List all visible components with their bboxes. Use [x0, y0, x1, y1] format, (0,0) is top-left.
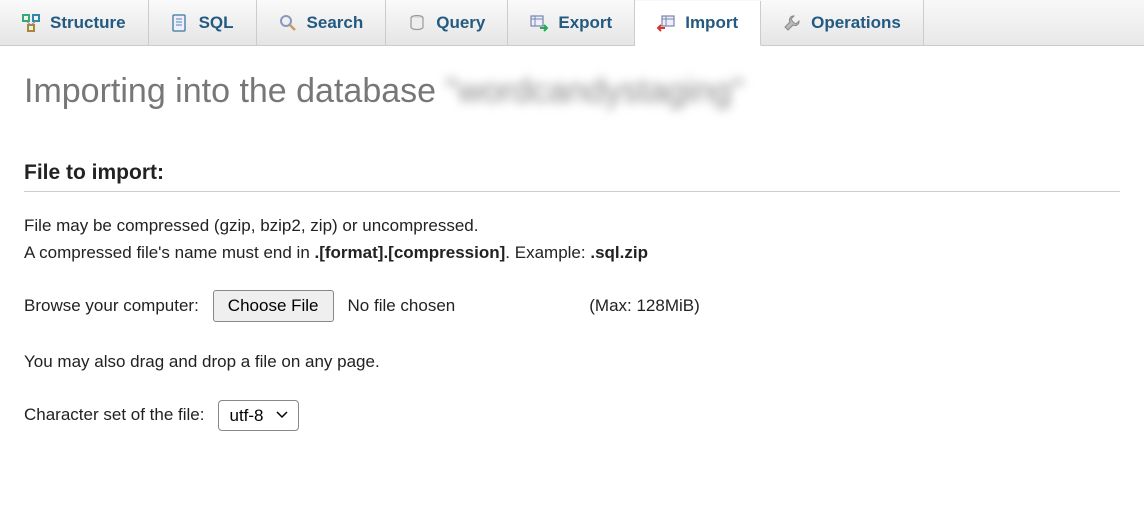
tab-export[interactable]: Export [508, 0, 635, 45]
import-icon [657, 14, 675, 32]
tab-import[interactable]: Import [635, 1, 761, 46]
name-rule-prefix: A compressed file's name must end in [24, 243, 315, 262]
name-rule-format: .[format].[compression] [315, 243, 506, 262]
sql-icon [171, 14, 189, 32]
drag-drop-info: You may also drag and drop a file on any… [24, 348, 1120, 375]
tab-label: Search [307, 13, 364, 33]
charset-row: Character set of the file: utf-8 [24, 400, 1120, 431]
compress-line: File may be compressed (gzip, bzip2, zip… [24, 216, 478, 235]
operations-icon [783, 14, 801, 32]
file-picker-row: Browse your computer: Choose File No fil… [24, 290, 1120, 322]
name-rule-example: .sql.zip [590, 243, 648, 262]
structure-icon [22, 14, 40, 32]
tab-label: Export [558, 13, 612, 33]
tab-search[interactable]: Search [257, 0, 387, 45]
tab-query[interactable]: Query [386, 0, 508, 45]
export-icon [530, 14, 548, 32]
database-name: "wordcandystaging" [446, 72, 744, 110]
tab-label: Query [436, 13, 485, 33]
tab-label: Structure [50, 13, 126, 33]
charset-label: Character set of the file: [24, 405, 204, 425]
tab-operations[interactable]: Operations [761, 0, 924, 45]
name-rule-middle: . Example: [505, 243, 590, 262]
choose-file-button[interactable]: Choose File [213, 290, 334, 322]
no-file-text: No file chosen [348, 296, 456, 316]
search-icon [279, 14, 297, 32]
tab-sql[interactable]: SQL [149, 0, 257, 45]
query-icon [408, 14, 426, 32]
tab-label: Import [685, 13, 738, 33]
content-area: Importing into the database "wordcandyst… [0, 46, 1144, 477]
tab-bar: Structure SQL Search Query Export Import [0, 0, 1144, 46]
browse-label: Browse your computer: [24, 296, 199, 316]
max-size-text: (Max: 128MiB) [589, 296, 700, 316]
tab-structure[interactable]: Structure [0, 0, 149, 45]
charset-select[interactable]: utf-8 [218, 400, 299, 431]
compression-info: File may be compressed (gzip, bzip2, zip… [24, 212, 1120, 266]
tab-label: SQL [199, 13, 234, 33]
page-title: Importing into the database "wordcandyst… [24, 72, 1120, 111]
title-prefix: Importing into the database [24, 72, 446, 110]
section-title: File to import: [24, 161, 1120, 192]
tab-label: Operations [811, 13, 901, 33]
